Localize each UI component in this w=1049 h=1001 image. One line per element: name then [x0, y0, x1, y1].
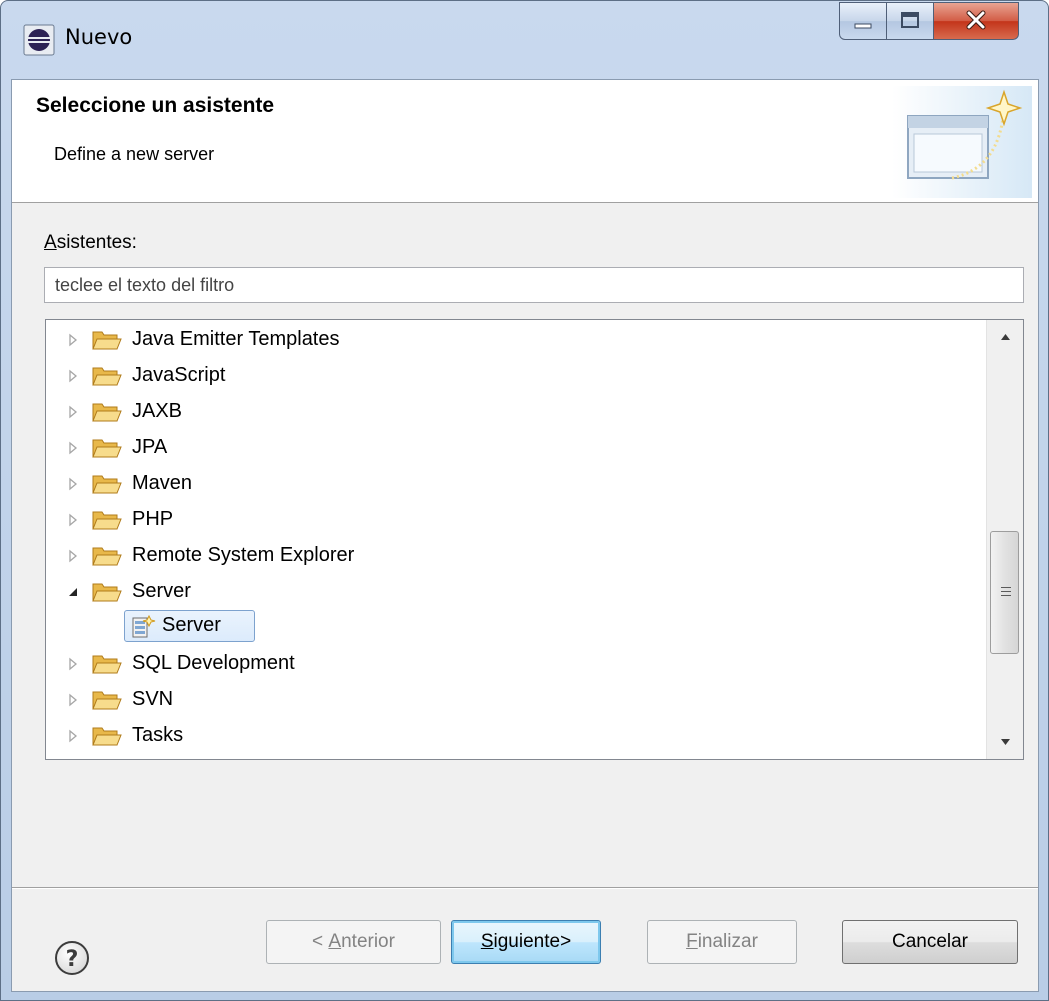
new-wizard-icon [892, 86, 1032, 198]
title-bar[interactable]: Nuevo [1, 1, 1048, 79]
tree-item-tasks[interactable]: Tasks [46, 720, 986, 754]
cancel-button[interactable]: Cancelar [842, 920, 1018, 964]
scrollbar-thumb[interactable] [990, 531, 1019, 654]
close-button[interactable] [933, 2, 1019, 40]
wizard-banner: Seleccione un asistente Define a new ser… [12, 80, 1038, 203]
minimize-icon [854, 23, 872, 29]
minimize-button[interactable] [839, 2, 887, 40]
svg-text:?: ? [66, 947, 79, 972]
wizards-label: Asistentes: [44, 232, 137, 253]
expand-arrow-icon[interactable] [66, 513, 80, 527]
folder-icon [92, 475, 122, 494]
tree-item-server-category[interactable]: Server [46, 576, 986, 610]
dialog-content: Seleccione un asistente Define a new ser… [11, 79, 1039, 992]
tree-item-label: JPA [132, 436, 168, 458]
expand-arrow-icon[interactable] [66, 477, 80, 491]
button-bar-separator [12, 887, 1038, 889]
folder-icon [92, 547, 122, 566]
collapse-arrow-icon[interactable] [66, 585, 80, 599]
tree-item-sql-development[interactable]: SQL Development [46, 648, 986, 682]
maximize-button[interactable] [886, 2, 934, 40]
folder-icon [92, 439, 122, 458]
wizard-tree[interactable]: Java Emitter Templates JavaScript JAXB J… [45, 319, 1024, 760]
tree-item-svn[interactable]: SVN [46, 684, 986, 718]
tree-item-remote-system-explorer[interactable]: Remote System Explorer [46, 540, 986, 574]
finish-button[interactable]: Finalizar [647, 920, 797, 964]
tree-item-label: JAXB [132, 400, 183, 422]
expand-arrow-icon[interactable] [66, 729, 80, 743]
expand-arrow-icon[interactable] [66, 441, 80, 455]
tree-item-label: Server [162, 614, 221, 636]
folder-icon [92, 403, 122, 422]
tree-item-label: Java Emitter Templates [132, 328, 340, 350]
folder-open-icon [92, 583, 122, 602]
expand-arrow-icon[interactable] [66, 549, 80, 563]
tree-item-label: SVN [132, 688, 174, 710]
maximize-icon [901, 12, 919, 28]
vertical-scrollbar[interactable] [986, 320, 1024, 759]
expand-arrow-icon[interactable] [66, 693, 80, 707]
back-button[interactable]: < Anterior [266, 920, 441, 964]
server-wizard-icon [132, 614, 156, 638]
tree-item-javascript[interactable]: JavaScript [46, 360, 986, 394]
close-icon [966, 10, 986, 30]
grip-line [1001, 591, 1011, 592]
page-title: Seleccione un asistente [36, 94, 275, 117]
next-button[interactable]: Siguiente> [451, 920, 601, 964]
expand-arrow-icon[interactable] [66, 405, 80, 419]
folder-icon [92, 511, 122, 530]
dialog-window: Nuevo Seleccione un asistente Define a n… [0, 0, 1049, 1001]
folder-icon [92, 367, 122, 386]
tree-item-php[interactable]: PHP [46, 504, 986, 538]
tree-item-server-wizard[interactable]: Server [46, 610, 986, 644]
scroll-down-arrow-icon[interactable] [987, 725, 1024, 759]
scroll-up-arrow-icon[interactable] [987, 320, 1024, 354]
eclipse-app-icon [23, 24, 55, 56]
folder-icon [92, 655, 122, 674]
tree-item-jpa[interactable]: JPA [46, 432, 986, 466]
tree-item-label: SQL Development [132, 652, 295, 674]
tree-item-jaxb[interactable]: JAXB [46, 396, 986, 430]
tree-item-label: JavaScript [132, 364, 226, 386]
help-icon[interactable]: ? [54, 940, 90, 976]
page-description: Define a new server [54, 144, 215, 164]
grip-line [1001, 587, 1011, 588]
tree-item-label: PHP [132, 508, 174, 530]
folder-icon [92, 727, 122, 746]
tree-item-java-emitter-templates[interactable]: Java Emitter Templates [46, 324, 986, 358]
tree-item-label: Remote System Explorer [132, 544, 355, 566]
tree-item-label: Maven [132, 472, 193, 494]
tree-item-maven[interactable]: Maven [46, 468, 986, 502]
expand-arrow-icon[interactable] [66, 657, 80, 671]
tree-item-label: Server [132, 580, 191, 602]
expand-arrow-icon[interactable] [66, 333, 80, 347]
filter-input[interactable] [44, 267, 1024, 303]
window-title: Nuevo [65, 25, 133, 49]
tree-item-label: Tasks [132, 724, 184, 746]
grip-line [1001, 595, 1011, 596]
folder-icon [92, 331, 122, 350]
folder-icon [92, 691, 122, 710]
expand-arrow-icon[interactable] [66, 369, 80, 383]
